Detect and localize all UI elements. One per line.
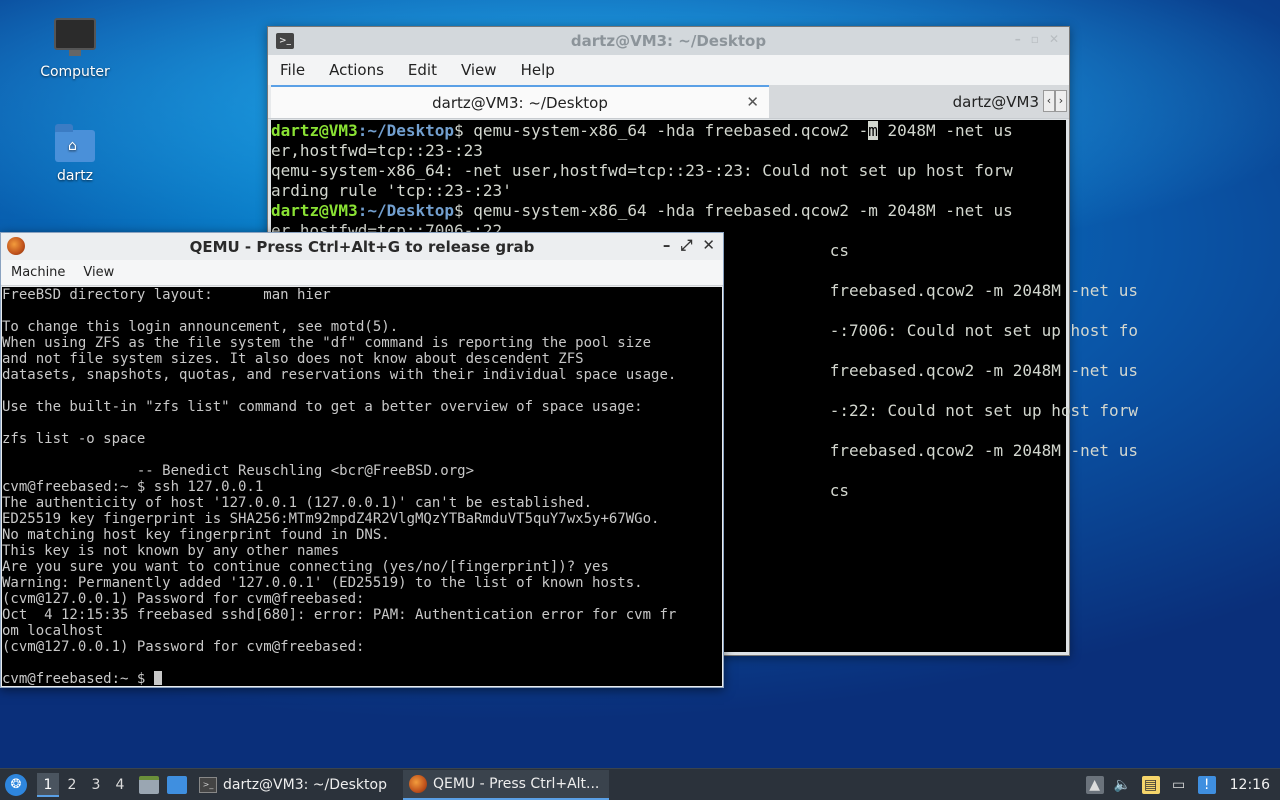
desktop-icon-home-folder[interactable]: ⌂ dartz [25, 124, 125, 184]
tab-label: dartz@VM3 [952, 92, 1039, 111]
prompt-user: dartz@VM3 [271, 201, 358, 220]
maximize-icon[interactable]: ⤢ [680, 236, 692, 254]
computer-icon [54, 18, 96, 56]
console-line: Oct 4 12:15:35 freebased sshd[680]: erro… [2, 607, 677, 623]
network-icon[interactable]: ▭ [1170, 776, 1188, 794]
menu-machine[interactable]: Machine [11, 265, 65, 280]
qemu-title: QEMU - Press Ctrl+Alt+G to release grab [189, 237, 535, 256]
menu-view[interactable]: View [83, 265, 114, 280]
command-text: $ qemu-system-x86_64 -hda freebased.qcow… [454, 121, 869, 140]
console-line: Use the built-in "zfs list" command to g… [2, 399, 643, 415]
taskbar: ❂ 1 2 3 4 >_ dartz@VM3: ~/Desktop QEMU -… [0, 768, 1280, 800]
terminal-line: dartz@VM3:~/Desktop$ qemu-system-x86_64 … [271, 121, 1066, 141]
task-terminal[interactable]: >_ dartz@VM3: ~/Desktop [193, 770, 397, 800]
workspace-4[interactable]: 4 [109, 773, 131, 797]
menu-help[interactable]: Help [521, 61, 555, 79]
desktop-icon-label: Computer [40, 64, 110, 80]
tab-label: dartz@VM3: ~/Desktop [432, 93, 608, 112]
console-line: zfs list -o space [2, 431, 146, 447]
tab-desktop-active[interactable]: dartz@VM3: ~/Desktop ✕ [271, 85, 769, 118]
console-line: (cvm@127.0.0.1) Password for cvm@freebas… [2, 639, 365, 655]
tray-up-arrow-icon[interactable]: ▲ [1085, 775, 1104, 794]
console-line: cvm@freebased:~ $ [2, 671, 722, 686]
console-line: When using ZFS as the file system the "d… [2, 335, 652, 351]
system-tray: ▲ 🔈 ▤ ▭ ! 12:16 [1085, 775, 1280, 794]
terminal-tabbar: dartz@VM3: ~/Desktop ✕ dartz@VM3 ‹ › [268, 85, 1069, 119]
volume-icon[interactable]: 🔈 [1114, 776, 1132, 794]
updates-icon[interactable]: ! [1197, 775, 1216, 794]
task-label: QEMU - Press Ctrl+Alt... [432, 775, 600, 792]
terminal-line: er,hostfwd=tcp::23-:23 [271, 141, 483, 160]
tab-scroll-right-icon[interactable]: › [1055, 90, 1067, 112]
qemu-icon [408, 774, 427, 793]
terminal-menubar: File Actions Edit View Help [268, 55, 1069, 85]
console-line: To change this login announcement, see m… [2, 319, 399, 335]
show-desktop-icon[interactable] [167, 775, 187, 794]
menu-file[interactable]: File [280, 61, 305, 79]
menu-edit[interactable]: Edit [408, 61, 437, 79]
console-line: No matching host key fingerprint found i… [2, 527, 390, 543]
console-line: FreeBSD directory layout: man hier [2, 287, 331, 303]
menu-view[interactable]: View [461, 61, 497, 79]
close-icon[interactable]: ✕ [1049, 32, 1059, 46]
desktop-icon-label: dartz [56, 168, 94, 184]
console-line: cvm@freebased:~ $ ssh 127.0.0.1 [2, 479, 264, 495]
command-text: $ qemu-system-x86_64 -hda freebased.qcow… [454, 201, 1013, 220]
close-icon[interactable]: ✕ [702, 236, 715, 254]
clock[interactable]: 12:16 [1230, 777, 1270, 793]
console-line: The authenticity of host '127.0.0.1 (127… [2, 495, 593, 511]
desktop-icon-computer[interactable]: Computer [25, 18, 125, 80]
terminal-titlebar[interactable]: >_ dartz@VM3: ~/Desktop – ▫ ✕ [268, 27, 1069, 55]
task-qemu[interactable]: QEMU - Press Ctrl+Alt... [402, 769, 610, 800]
terminal-line: qemu-system-x86_64: -net user,hostfwd=tc… [271, 161, 1013, 180]
console-line: -- Benedict Reuschling <bcr@FreeBSD.org> [2, 463, 475, 479]
qemu-menubar: Machine View [1, 260, 723, 286]
console-line: om localhost [2, 623, 104, 639]
task-label: dartz@VM3: ~/Desktop [223, 776, 387, 793]
minimize-icon[interactable]: – [1015, 32, 1021, 46]
terminal-icon: >_ [199, 776, 217, 793]
console-cursor [153, 671, 162, 685]
workspace-1[interactable]: 1 [37, 772, 59, 797]
prompt-path: :~/Desktop [357, 201, 455, 220]
console-line: (cvm@127.0.0.1) Password for cvm@freebas… [2, 591, 365, 607]
console-line: Warning: Permanently added '127.0.0.1' (… [2, 575, 643, 591]
terminal-icon: >_ [276, 33, 294, 49]
qemu-titlebar[interactable]: QEMU - Press Ctrl+Alt+G to release grab … [1, 233, 723, 260]
console-line: ED25519 key fingerprint is SHA256:MTm92m… [2, 511, 660, 527]
console-line: datasets, snapshots, quotas, and reserva… [2, 367, 677, 383]
text-cursor: m [868, 121, 878, 140]
app-menu-icon[interactable]: ❂ [5, 773, 27, 796]
terminal-line: arding rule 'tcp::23-:23' [271, 181, 512, 200]
minimize-icon[interactable]: – [663, 236, 671, 254]
console-line: This key is not known by any other names [2, 543, 340, 559]
console-line: Are you sure you want to continue connec… [2, 559, 609, 575]
file-manager-icon[interactable] [139, 775, 159, 794]
terminal-line: dartz@VM3:~/Desktop$ qemu-system-x86_64 … [271, 201, 1066, 221]
tab-desktop-second[interactable]: dartz@VM3 [769, 85, 1069, 118]
prompt-user: dartz@VM3 [271, 121, 358, 140]
terminal-title: dartz@VM3: ~/Desktop [570, 32, 767, 50]
menu-actions[interactable]: Actions [329, 61, 384, 79]
qemu-console[interactable]: FreeBSD directory layout: man hier To cha… [2, 287, 722, 686]
prompt-path: :~/Desktop [357, 121, 455, 140]
home-folder-icon: ⌂ [55, 124, 95, 162]
workspace-2[interactable]: 2 [61, 773, 83, 797]
qemu-window[interactable]: QEMU - Press Ctrl+Alt+G to release grab … [0, 232, 724, 688]
maximize-icon[interactable]: ▫ [1031, 32, 1039, 46]
qemu-icon [7, 237, 25, 255]
workspace-3[interactable]: 3 [85, 773, 107, 797]
tab-scroll-left-icon[interactable]: ‹ [1043, 90, 1055, 112]
console-line: and not file system sizes. It also does … [2, 351, 584, 367]
command-text: 2048M -net us [877, 121, 1013, 140]
tab-close-icon[interactable]: ✕ [746, 93, 759, 111]
clipboard-icon[interactable]: ▤ [1141, 775, 1160, 794]
